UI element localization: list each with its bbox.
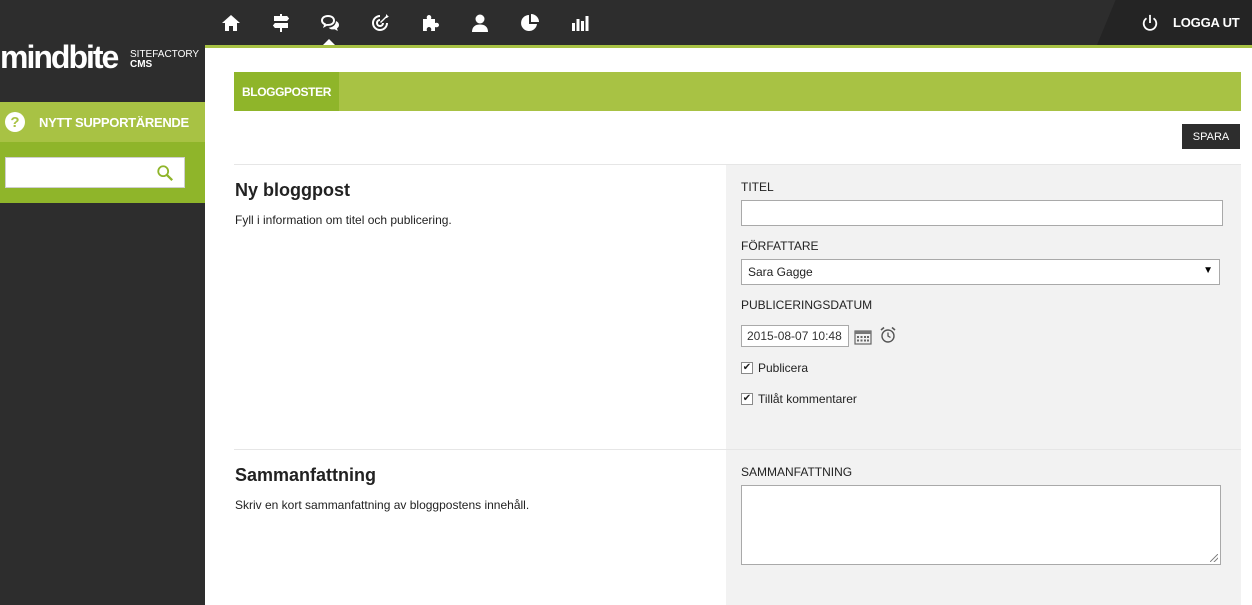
user-icon[interactable] [468, 11, 492, 35]
calendar-icon[interactable] [854, 328, 872, 346]
alarm-clock-icon[interactable] [879, 326, 897, 344]
author-label: FÖRFATTARE [741, 239, 819, 253]
search-box [5, 157, 185, 188]
bar-chart-icon[interactable] [568, 11, 592, 35]
section-title: Ny bloggpost [235, 180, 350, 200]
chat-bubbles-icon[interactable] [318, 11, 342, 35]
summary-textarea[interactable] [741, 485, 1221, 565]
target-icon[interactable] [368, 11, 392, 35]
title-input[interactable] [741, 200, 1223, 226]
search-input[interactable] [6, 158, 151, 187]
publish-checkbox-row[interactable]: ✔ Publicera [741, 361, 808, 375]
logo-wordmark: mindbite [0, 39, 119, 75]
logo[interactable]: mindbite SITEFACTORY CMS [0, 39, 205, 100]
support-label: NYTT SUPPORTÄRENDE [39, 114, 189, 130]
allow-comments-checkbox[interactable]: ✔ [741, 393, 753, 405]
pubdate-value: 2015-08-07 10:48 [747, 329, 842, 343]
save-button[interactable]: SPARA [1182, 124, 1240, 149]
new-support-ticket-button[interactable]: ? NYTT SUPPORTÄRENDE [0, 102, 205, 142]
sidebar: mindbite SITEFACTORY CMS ? NYTT SUPPORTÄ… [0, 39, 205, 605]
logo-sub-cms: CMS [130, 59, 153, 70]
resize-handle[interactable] [1210, 554, 1218, 562]
allow-comments-label: Tillåt kommentarer [758, 392, 857, 406]
search-container [0, 142, 205, 203]
logout-button[interactable]: LOGGA UT [1097, 0, 1252, 45]
section-description: Fyll i information om titel och publicer… [235, 213, 452, 227]
publish-checkbox[interactable]: ✔ [741, 362, 753, 374]
pubdate-label: PUBLICERINGSDATUM [741, 298, 873, 312]
summary-label: SAMMANFATTNING [741, 465, 853, 479]
pubdate-input[interactable]: 2015-08-07 10:48 [741, 325, 849, 347]
section-tab-bar: BLOGGPOSTER [234, 72, 1241, 111]
comments-checkbox-row[interactable]: ✔ Tillåt kommentarer [741, 392, 857, 406]
topbar-accent-line [205, 45, 1252, 48]
search-icon[interactable] [156, 164, 174, 182]
publish-label: Publicera [758, 361, 809, 375]
top-navigation-bar: LOGGA UT [0, 0, 1252, 46]
puzzle-icon[interactable] [418, 11, 442, 35]
tab-bloggposter[interactable]: BLOGGPOSTER [234, 72, 339, 111]
signpost-icon[interactable] [269, 11, 293, 35]
logout-label: LOGGA UT [1173, 15, 1240, 30]
logo-subtitle: SITEFACTORY CMS [130, 50, 199, 70]
power-icon [1142, 14, 1158, 31]
section-description: Skriv en kort sammanfattning av bloggpos… [235, 498, 530, 512]
section-title: Sammanfattning [235, 465, 377, 485]
author-select[interactable]: Sara Gagge ▼ [741, 259, 1220, 285]
author-selected-value: Sara Gagge [748, 265, 813, 279]
pie-chart-icon[interactable] [518, 11, 542, 35]
question-icon: ? [5, 112, 25, 132]
title-label: TITEL [741, 180, 774, 194]
home-icon[interactable] [219, 11, 243, 35]
chevron-down-icon: ▼ [1203, 265, 1213, 276]
